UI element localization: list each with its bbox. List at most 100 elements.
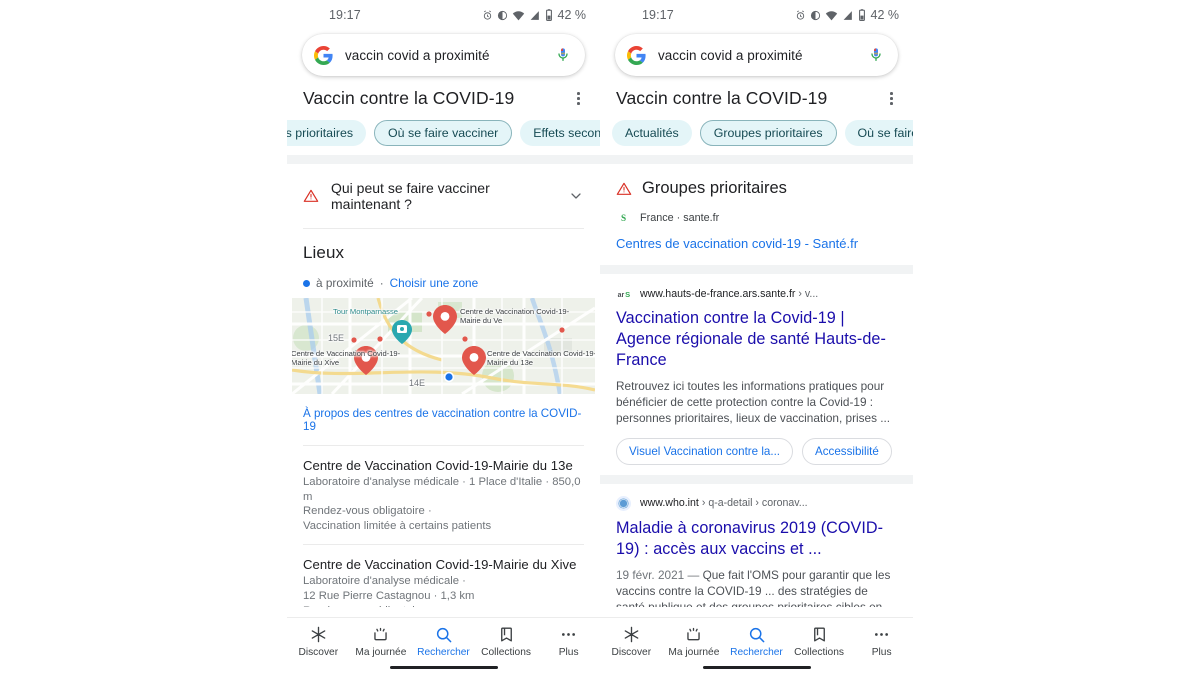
nav-item-rechercher[interactable]: Rechercher (413, 625, 473, 658)
choose-area-link[interactable]: Choisir une zone (390, 276, 479, 290)
section-divider (287, 155, 600, 164)
discover-asterisk-icon (624, 626, 639, 643)
separator: · (379, 276, 384, 290)
priority-groups-card: Groupes prioritaires S France · sante.fr… (600, 164, 913, 265)
sante-fr-icon: S (616, 210, 631, 225)
search-query-text[interactable]: vaccin covid a proximité (658, 48, 856, 63)
chip-groupes-prioritaires[interactable]: oupes prioritaires (287, 120, 367, 146)
nearby-label: à proximité (316, 276, 374, 290)
knowledge-panel-header: Vaccin contre la COVID-19 (600, 76, 913, 117)
result-domain: www.hauts-de-france.ars.sante.fr (640, 287, 796, 300)
chevron-down-icon[interactable] (568, 188, 584, 204)
nav-item-collections[interactable]: Collections (789, 625, 849, 658)
chip-effets-secondaires[interactable]: Effets secon (520, 120, 600, 146)
search-result: www.who.int › q-a-detail › coronav... Ma… (600, 484, 913, 626)
topic-chips[interactable]: Actualités Groupes prioritaires Où se fa… (612, 117, 913, 155)
location-dot-icon (303, 279, 310, 287)
sitelink-chip[interactable]: Visuel Vaccination contre la... (616, 437, 794, 465)
search-bar-container: vaccin covid a proximité (600, 30, 913, 76)
topic-chips[interactable]: oupes prioritaires Où se faire vacciner … (287, 117, 600, 155)
signal-icon (843, 10, 852, 20)
nav-label: Plus (558, 647, 579, 658)
nav-item-discover[interactable]: Discover (601, 625, 661, 658)
place-name: Centre de Vaccination Covid-19-Mairie du… (303, 458, 573, 473)
section-divider (600, 265, 913, 274)
microphone-icon[interactable] (868, 47, 884, 63)
phone-screenshot-left: 19:17 42 % vaccin covid a proximité Vacc… (287, 0, 600, 675)
nav-item-discover[interactable]: Discover (288, 625, 348, 658)
chip-actualites[interactable]: Actualités (612, 120, 692, 146)
nav-item-rechercher[interactable]: Rechercher (726, 625, 786, 658)
nav-label: Collections (481, 647, 531, 658)
google-logo (314, 45, 333, 65)
nav-item-plus[interactable]: Plus (539, 625, 599, 658)
result-domain: www.who.int (640, 497, 699, 510)
more-horizontal-icon (875, 633, 889, 636)
map-preview[interactable]: Tour Montparnasse Centre de Vaccination … (292, 298, 595, 394)
priority-groups-header: Groupes prioritaires (600, 164, 913, 202)
result-url: www.who.int › q-a-detail › coronav... (640, 497, 808, 509)
search-query-text[interactable]: vaccin covid a proximité (345, 48, 543, 63)
more-options-icon[interactable] (884, 88, 899, 109)
result-source[interactable]: www.who.int › q-a-detail › coronav... (616, 495, 897, 511)
alarm-icon (483, 10, 491, 20)
nav-label: Discover (298, 647, 339, 658)
ars-sante-icon: ar S (616, 286, 631, 301)
warning-icon (616, 182, 632, 195)
contrast-icon (497, 10, 507, 20)
svg-text:S: S (625, 289, 630, 298)
result-title[interactable]: Vaccination contre la Covid-19 | Agence … (616, 308, 897, 371)
place-list-item[interactable]: Centre de Vaccination Covid-19-Mairie du… (287, 446, 600, 544)
my-day-icon (687, 627, 701, 641)
result-sitelinks[interactable]: Visuel Vaccination contre la... Accessib… (616, 437, 897, 465)
search-icon (749, 627, 765, 643)
snippet-date: 19 févr. 2021 — (616, 567, 700, 582)
who-icon (616, 495, 631, 511)
faq-row[interactable]: Qui peut se faire vacciner maintenant ? (287, 164, 600, 228)
search-bar[interactable]: vaccin covid a proximité (302, 34, 585, 76)
nav-item-collections[interactable]: Collections (476, 625, 536, 658)
nav-mask (600, 607, 913, 617)
chip-ou-se-faire-vacciner[interactable]: Où se faire vac (844, 120, 913, 146)
chip-groupes-prioritaires[interactable]: Groupes prioritaires (699, 120, 837, 146)
places-heading: Lieux (303, 243, 345, 262)
result-title[interactable]: Maladie à coronavirus 2019 (COVID-19) : … (616, 518, 897, 560)
nav-item-ma-journee[interactable]: Ma journée (351, 625, 411, 658)
place-detail-line: Vaccination limitée à certains patients (303, 519, 492, 532)
microphone-icon[interactable] (555, 47, 571, 63)
place-detail-line: Laboratoire d'analyse médicale · 1 Place… (303, 476, 581, 503)
search-bar-container: vaccin covid a proximité (287, 30, 600, 76)
faq-question-text: Qui peut se faire vacciner maintenant ? (331, 180, 490, 212)
section-divider (600, 474, 913, 484)
status-bar: 19:17 42 % (600, 0, 913, 30)
sante-fr-link[interactable]: Centres de vaccination covid-19 - Santé.… (600, 228, 913, 265)
google-logo (627, 45, 646, 65)
place-detail-line: Laboratoire d'analyse médicale · (303, 575, 466, 588)
discover-asterisk-icon (311, 626, 326, 643)
nav-item-plus[interactable]: Plus (852, 625, 912, 658)
search-bar[interactable]: vaccin covid a proximité (615, 34, 898, 76)
nav-label: Discover (611, 647, 652, 658)
bottom-navigation-bar: Discover Ma journée Rechercher Collectio… (287, 617, 600, 675)
status-time: 19:17 (642, 8, 674, 22)
more-options-icon[interactable] (571, 88, 586, 109)
my-day-icon (374, 627, 388, 641)
place-details: Laboratoire d'analyse médicale · 1 Place… (303, 475, 584, 533)
nav-item-ma-journee[interactable]: Ma journée (664, 625, 724, 658)
search-icon (436, 627, 452, 643)
map-label-14e: 14E (409, 378, 426, 388)
sitelink-chip[interactable]: Accessibilité (802, 437, 892, 465)
location-filter-row[interactable]: à proximité · Choisir une zone (287, 267, 600, 298)
bottom-navigation-bar: Discover Ma journée Rechercher Collectio… (600, 617, 913, 675)
section-divider (600, 155, 913, 164)
battery-percent: 42 % (870, 8, 900, 22)
places-section-header: Lieux (287, 229, 600, 267)
result-source[interactable]: ar S www.hauts-de-france.ars.sante.fr › v… (616, 286, 897, 301)
svg-text:ar: ar (617, 291, 624, 298)
chip-ou-se-faire-vacciner[interactable]: Où se faire vacciner (374, 120, 513, 146)
nav-label: Rechercher (417, 647, 470, 658)
result-breadcrumb: › q-a-detail › coronav... (701, 497, 808, 510)
result-url: www.hauts-de-france.ars.sante.fr › v... (640, 288, 818, 300)
status-icons: 42 % (795, 8, 900, 22)
about-vaccination-centers-link[interactable]: À propos des centres de vaccination cont… (287, 394, 600, 445)
